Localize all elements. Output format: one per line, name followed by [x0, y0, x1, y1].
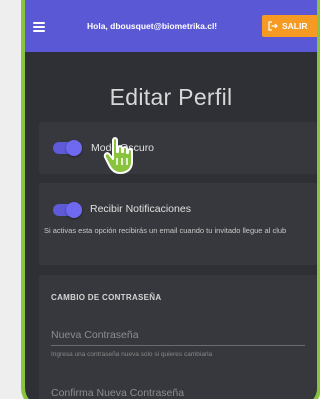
toggle-knob	[66, 202, 82, 218]
new-password-underline	[51, 345, 305, 346]
top-bar: Hola, dbousquet@biometrika.cl! SALIR	[25, 0, 317, 52]
phone-frame: Hola, dbousquet@biometrika.cl! SALIR Edi…	[21, 0, 320, 399]
logout-icon	[268, 21, 278, 31]
notifications-label: Recibir Notificaciones	[90, 203, 191, 215]
new-password-help: Ingresa una contraseña nueva solo si qui…	[51, 351, 213, 358]
user-greeting: Hola, dbousquet@biometrika.cl!	[87, 21, 218, 31]
page-title: Editar Perfil	[109, 84, 233, 110]
new-password-field[interactable]: Nueva Contraseña	[51, 329, 139, 341]
dark-mode-card: Modo Oscuro	[39, 122, 317, 174]
dark-mode-toggle[interactable]	[53, 140, 82, 156]
toggle-knob	[66, 140, 82, 156]
confirm-password-field[interactable]: Confirma Nueva Contraseña	[51, 387, 184, 399]
logout-label: SALIR	[282, 21, 308, 31]
notifications-card: Recibir Notificaciones Si activas esta o…	[39, 183, 317, 265]
notifications-toggle[interactable]	[53, 202, 82, 218]
hamburger-icon[interactable]	[33, 22, 45, 32]
password-card: CAMBIO DE CONTRASEÑA Nueva Contraseña In…	[39, 275, 317, 399]
hand-pointer-icon	[103, 137, 133, 174]
logout-button[interactable]: SALIR	[262, 15, 317, 37]
notifications-hint: Si activas esta opción recibirás un emai…	[44, 226, 287, 235]
password-section-heading: CAMBIO DE CONTRASEÑA	[51, 293, 162, 302]
